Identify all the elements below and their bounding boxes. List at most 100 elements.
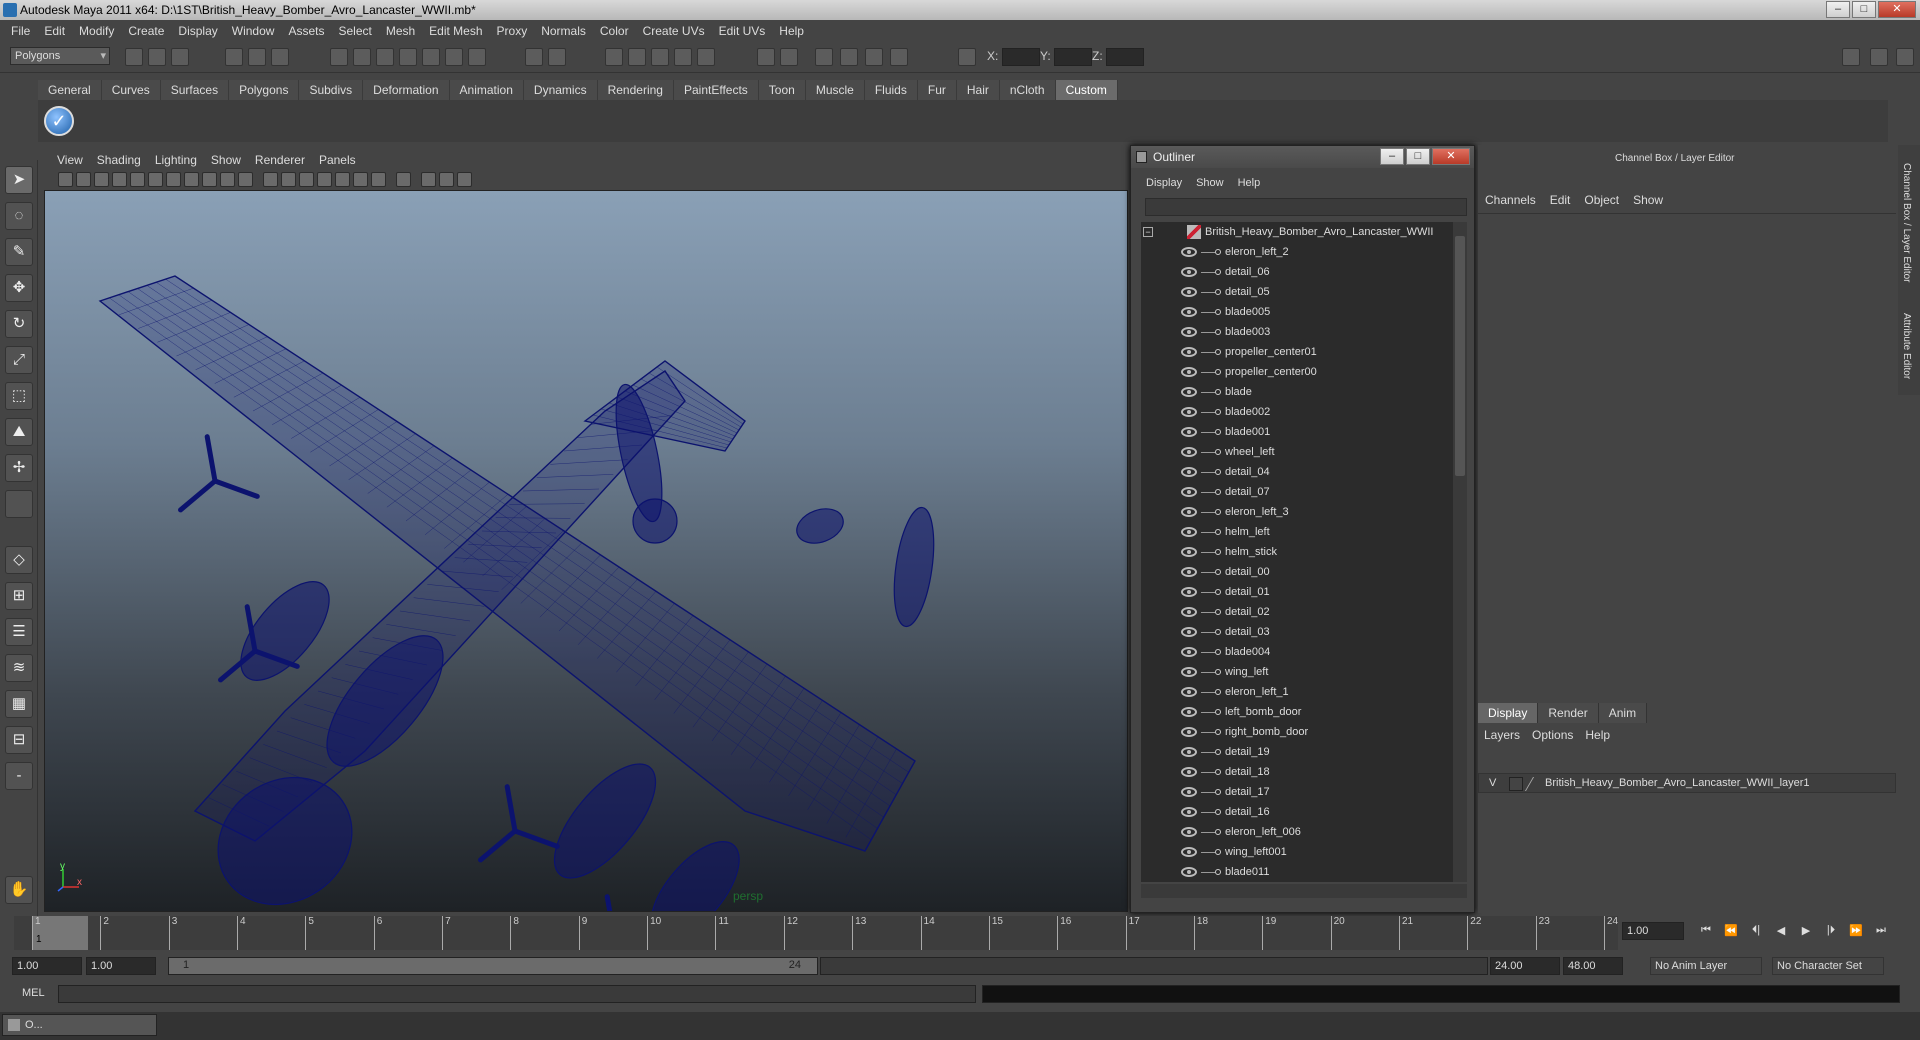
universal-manipulator-icon[interactable]: ⬚: [5, 382, 33, 410]
graph-layout-icon[interactable]: ≋: [5, 654, 33, 682]
outliner-horizontal-scrollbar[interactable]: [1141, 884, 1467, 898]
visibility-eye-icon[interactable]: [1181, 447, 1197, 457]
outliner-item[interactable]: eleron_left_1: [1141, 682, 1453, 702]
visibility-eye-icon[interactable]: [1181, 267, 1197, 277]
select-object-icon[interactable]: [248, 48, 266, 66]
menu-set-dropdown[interactable]: Polygons ▾: [10, 47, 110, 65]
channel-panel-icon[interactable]: [1896, 48, 1914, 66]
tab-display[interactable]: Display: [1478, 703, 1539, 723]
outliner-item[interactable]: detail_03: [1141, 622, 1453, 642]
viewport-menu-panels[interactable]: Panels: [312, 153, 363, 167]
outliner-titlebar[interactable]: Outliner – □ ✕: [1131, 146, 1474, 168]
show-manipulator-icon[interactable]: ✢: [5, 454, 33, 482]
outliner-item[interactable]: helm_stick: [1141, 542, 1453, 562]
viewport-menu-renderer[interactable]: Renderer: [248, 153, 312, 167]
outliner-filter-input[interactable]: [1145, 198, 1467, 216]
panel-layout-icon[interactable]: [1842, 48, 1860, 66]
visibility-eye-icon[interactable]: [1181, 507, 1197, 517]
viewport-menu-lighting[interactable]: Lighting: [148, 153, 204, 167]
attribute-editor-side-tab[interactable]: Attribute Editor: [1901, 313, 1912, 379]
history-icon[interactable]: [445, 48, 463, 66]
layer-row[interactable]: V British_Heavy_Bomber_Avro_Lancaster_WW…: [1478, 773, 1896, 793]
visibility-eye-icon[interactable]: [1181, 707, 1197, 717]
visibility-eye-icon[interactable]: [1181, 847, 1197, 857]
visibility-eye-icon[interactable]: [1181, 727, 1197, 737]
layer-playback-toggle[interactable]: [1509, 777, 1523, 791]
tab-render[interactable]: Render: [1538, 703, 1599, 723]
collapse-icon[interactable]: −: [1143, 227, 1153, 237]
all-lights-icon[interactable]: [353, 172, 368, 187]
menu-window[interactable]: Window: [225, 24, 282, 38]
safe-title-icon[interactable]: [238, 172, 253, 187]
help-icon[interactable]: [468, 48, 486, 66]
render-frame-icon[interactable]: [605, 48, 623, 66]
outliner-menu-help[interactable]: Help: [1231, 174, 1268, 192]
visibility-eye-icon[interactable]: [1181, 247, 1197, 257]
layer-layout-icon[interactable]: ⊟: [5, 726, 33, 754]
default-light-icon[interactable]: [335, 172, 350, 187]
step-forward-key-button[interactable]: ⏩: [1848, 924, 1864, 938]
outliner-item[interactable]: detail_00: [1141, 562, 1453, 582]
outliner-item[interactable]: blade002: [1141, 402, 1453, 422]
anim-layer-dropdown[interactable]: No Anim Layer: [1650, 957, 1762, 975]
tab-polygons[interactable]: Polygons: [229, 80, 300, 100]
visibility-eye-icon[interactable]: [1181, 607, 1197, 617]
tab-custom[interactable]: Custom: [1055, 80, 1118, 100]
snap-curve-icon[interactable]: [353, 48, 371, 66]
last-tool-icon[interactable]: [5, 490, 33, 518]
perspective-viewport[interactable]: y x persp: [44, 190, 1128, 912]
visibility-eye-icon[interactable]: [1181, 647, 1197, 657]
viewport-menu-view[interactable]: View: [50, 153, 90, 167]
camera-attributes-icon[interactable]: [76, 172, 91, 187]
outliner-item[interactable]: eleron_left_3: [1141, 502, 1453, 522]
four-view-layout-icon[interactable]: ⊞: [5, 582, 33, 610]
outliner-item[interactable]: detail_06: [1141, 262, 1453, 282]
visibility-eye-icon[interactable]: [1181, 667, 1197, 677]
outliner-item[interactable]: wing_left: [1141, 662, 1453, 682]
layer-help-menu[interactable]: Help: [1579, 725, 1616, 745]
visibility-eye-icon[interactable]: [1181, 287, 1197, 297]
move-tool-icon[interactable]: ✥: [5, 274, 33, 302]
xray-icon[interactable]: [421, 172, 436, 187]
visibility-eye-icon[interactable]: [1181, 407, 1197, 417]
outliner-item[interactable]: detail_18: [1141, 762, 1453, 782]
outliner-item[interactable]: blade011: [1141, 862, 1453, 882]
hypershade-layout-icon[interactable]: ▦: [5, 690, 33, 718]
close-button[interactable]: ✕: [1878, 1, 1916, 18]
object-menu[interactable]: Object: [1577, 193, 1626, 207]
field-chart-icon[interactable]: [202, 172, 217, 187]
go-to-start-button[interactable]: ⏮: [1698, 924, 1714, 938]
outliner-menu-display[interactable]: Display: [1139, 174, 1189, 192]
layers-menu[interactable]: Layers: [1478, 725, 1526, 745]
attribute-panel-icon[interactable]: [1870, 48, 1888, 66]
outliner-item[interactable]: propeller_center01: [1141, 342, 1453, 362]
outliner-item[interactable]: wing_left001: [1141, 842, 1453, 862]
outliner-item[interactable]: eleron_left_006: [1141, 822, 1453, 842]
shadows-icon[interactable]: [371, 172, 386, 187]
modeling-toolkit-icon[interactable]: [890, 48, 908, 66]
hypershade-icon[interactable]: [674, 48, 692, 66]
menu-help[interactable]: Help: [772, 24, 811, 38]
save-scene-icon[interactable]: [171, 48, 189, 66]
tab-curves[interactable]: Curves: [101, 80, 161, 100]
visibility-eye-icon[interactable]: [1181, 487, 1197, 497]
texture-icon[interactable]: [317, 172, 332, 187]
menu-create[interactable]: Create: [121, 24, 171, 38]
visibility-eye-icon[interactable]: [1181, 567, 1197, 577]
make-live-icon[interactable]: [422, 48, 440, 66]
channel-box-icon[interactable]: [865, 48, 883, 66]
snap-point-icon[interactable]: [376, 48, 394, 66]
layer-color-swatch[interactable]: [1524, 777, 1546, 791]
wireframe-on-shaded-icon[interactable]: [299, 172, 314, 187]
new-scene-icon[interactable]: [125, 48, 143, 66]
visibility-eye-icon[interactable]: [1181, 547, 1197, 557]
outliner-item[interactable]: blade005: [1141, 302, 1453, 322]
options-menu[interactable]: Options: [1526, 725, 1579, 745]
outliner-item[interactable]: propeller_center00: [1141, 362, 1453, 382]
lasso-tool-icon[interactable]: ◌: [5, 202, 33, 230]
tab-hair[interactable]: Hair: [956, 80, 1000, 100]
snap-plane-icon[interactable]: [399, 48, 417, 66]
play-backwards-button[interactable]: ◀: [1773, 924, 1789, 938]
menu-proxy[interactable]: Proxy: [490, 24, 535, 38]
viewport-menu-show[interactable]: Show: [204, 153, 248, 167]
